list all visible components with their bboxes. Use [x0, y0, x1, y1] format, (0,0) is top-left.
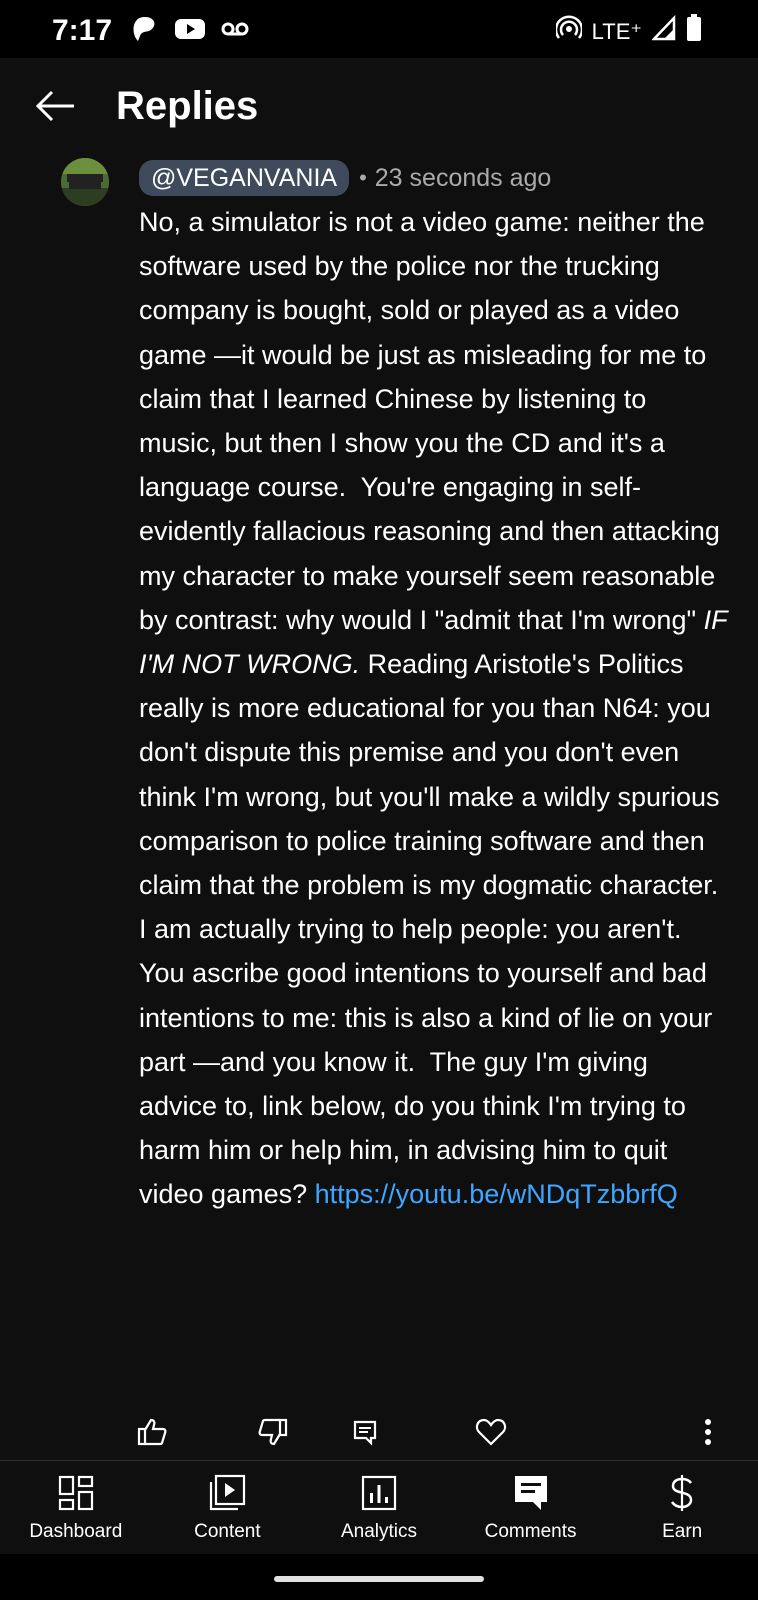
youtube-icon: [174, 17, 206, 46]
nav-content-label: Content: [194, 1521, 261, 1542]
nav-earn-label: Earn: [662, 1521, 703, 1542]
gesture-area: [0, 1554, 758, 1600]
comments-icon: [511, 1473, 551, 1513]
heart-icon: [475, 1417, 507, 1452]
content-icon: [207, 1473, 247, 1513]
author-handle[interactable]: @VEGANVANIA: [139, 160, 350, 196]
more-options-button[interactable]: [686, 1412, 730, 1456]
avatar[interactable]: [61, 158, 109, 206]
status-time: 7:17: [52, 14, 113, 47]
comment-timestamp: 23 seconds ago: [374, 163, 552, 192]
page-title: Replies: [116, 84, 259, 128]
status-right: LTE⁺: [554, 14, 702, 49]
heart-button[interactable]: [469, 1412, 513, 1456]
more-vert-icon: [703, 1417, 713, 1452]
comment-text-part-1: No, a simulator is not a video game: nei…: [139, 207, 728, 635]
thumbs-up-icon: [136, 1416, 168, 1453]
comment-meta: @VEGANVANIA • 23 seconds ago: [139, 160, 551, 196]
thumbs-down-icon: [257, 1416, 289, 1453]
nav-dashboard-label: Dashboard: [29, 1521, 123, 1542]
nav-comments-label: Comments: [484, 1521, 577, 1542]
nav-comments[interactable]: Comments: [455, 1461, 607, 1555]
analytics-icon: [359, 1473, 399, 1513]
bottom-nav: Dashboard Content Analytics Comments Ear…: [0, 1460, 758, 1555]
hotspot-icon: [554, 15, 583, 48]
voicemail-icon: [220, 19, 250, 44]
status-left-icons: [130, 14, 250, 49]
nav-analytics[interactable]: Analytics: [303, 1461, 455, 1555]
dollar-icon: [662, 1473, 702, 1513]
signal-icon: [651, 14, 676, 48]
comment-text-part-2: Reading Aristotle's Politics really is m…: [139, 649, 734, 1210]
home-gesture-bar[interactable]: [274, 1576, 484, 1582]
meta-separator: •: [359, 165, 367, 190]
nav-earn[interactable]: Earn: [606, 1461, 758, 1555]
app-header: Replies: [0, 58, 758, 154]
comment-link[interactable]: https://youtu.be/wNDqTzbbrfQ: [315, 1179, 678, 1209]
nav-analytics-label: Analytics: [340, 1521, 417, 1542]
pinwheel-icon: [130, 14, 160, 49]
dashboard-icon: [56, 1473, 96, 1513]
arrow-left-icon: [34, 90, 78, 132]
network-label: LTE⁺: [591, 18, 642, 44]
nav-dashboard[interactable]: Dashboard: [0, 1461, 152, 1555]
like-button[interactable]: [130, 1412, 174, 1456]
comment-actions: [0, 1408, 758, 1464]
nav-content[interactable]: Content: [152, 1461, 304, 1555]
back-button[interactable]: [34, 84, 78, 128]
reply-icon: [351, 1418, 379, 1451]
comment-body: No, a simulator is not a video game: nei…: [139, 200, 729, 1217]
dislike-button[interactable]: [251, 1412, 295, 1456]
battery-icon: [686, 14, 702, 49]
status-bar: 7:17 LTE⁺: [0, 0, 758, 58]
reply-button[interactable]: [343, 1412, 387, 1456]
